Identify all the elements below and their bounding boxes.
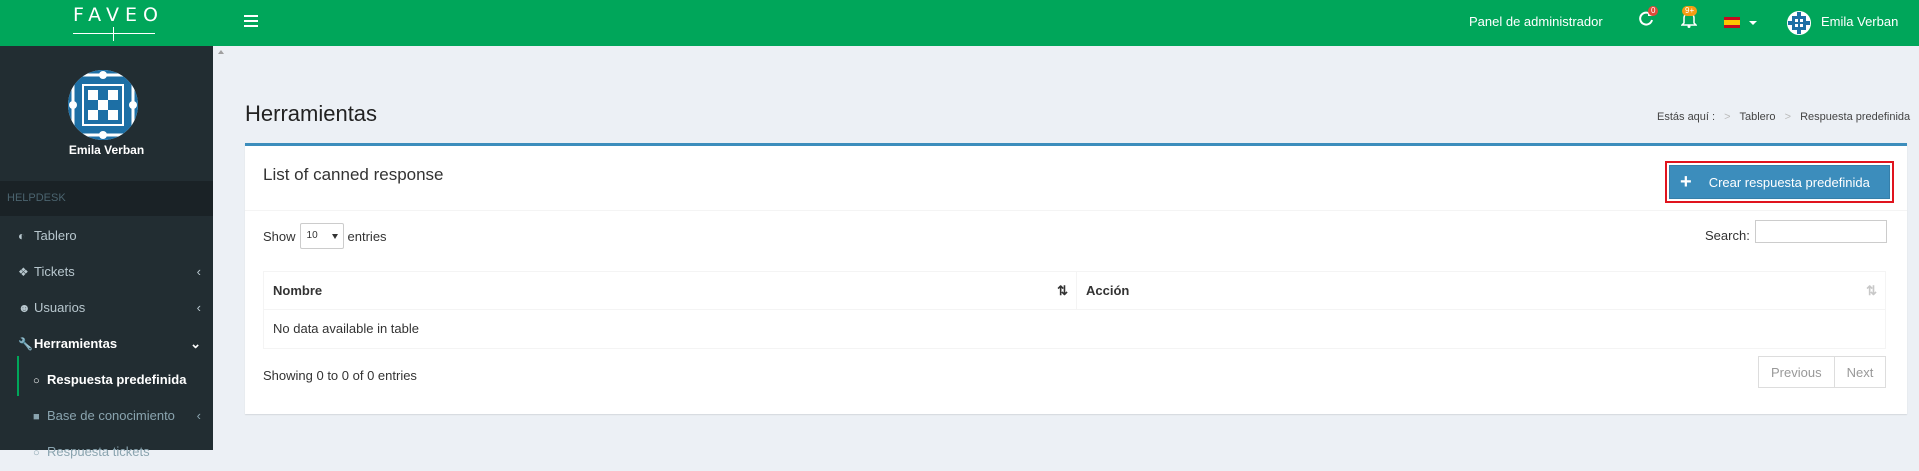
logo-underline	[73, 33, 155, 34]
next-page-button[interactable]: Next	[1834, 356, 1887, 388]
logo-tick	[113, 27, 114, 41]
breadcrumb-item-tablero[interactable]: Tablero	[1739, 111, 1775, 123]
create-button-label: Crear respuesta predefinida	[1708, 174, 1870, 190]
circle-icon: ○	[33, 447, 40, 459]
previous-page-button[interactable]: Previous	[1758, 356, 1835, 388]
sidebar-subitem-label: Respuesta predefinida	[47, 372, 187, 387]
box-title: List of canned response	[263, 165, 444, 184]
sidebar-item-tablero[interactable]: ◐ Tablero	[0, 218, 213, 254]
language-caret-icon[interactable]	[1749, 21, 1757, 25]
chevron-left-icon: ‹	[196, 264, 201, 279]
chevron-left-icon: ‹	[196, 300, 201, 315]
circle-icon: ○	[33, 375, 40, 387]
book-icon: ■	[33, 411, 40, 423]
sidebar-subitem-respuesta-tickets[interactable]: ○ Respuesta tickets	[0, 434, 213, 470]
breadcrumb-separator: >	[1784, 111, 1792, 123]
top-navbar: FAVEO Panel de administrador 0 9+ Emila …	[0, 0, 1919, 46]
entries-length-control: Show 10 entries	[263, 223, 387, 249]
column-header-label: Nombre	[273, 283, 323, 298]
sidebar-section-header: HELPDESK	[0, 181, 213, 216]
sidebar-subitem-base-conocimiento[interactable]: ■ Base de conocimiento ‹	[0, 398, 213, 434]
page-title: Herramientas	[245, 101, 378, 126]
plus-icon: +	[1680, 171, 1692, 193]
logo-text: FAVEO	[73, 4, 164, 26]
sidebar-item-tickets[interactable]: ❖ Tickets ‹	[0, 254, 213, 290]
sidebar-item-label: Herramientas	[34, 336, 118, 351]
sidebar-item-usuarios[interactable]: ☻ Usuarios ‹	[0, 290, 213, 326]
wrench-icon: 🔧	[18, 337, 33, 351]
column-header-label: Acción	[1086, 283, 1130, 298]
user-name[interactable]: Emila Verban	[1821, 14, 1898, 29]
sidebar-subitem-label: Base de conocimiento	[47, 408, 175, 423]
ticket-icon: ❖	[18, 265, 29, 279]
table-row: No data available in table	[264, 310, 1885, 348]
breadcrumb-separator: >	[1724, 111, 1731, 123]
breadcrumb-prefix: Estás aquí :	[1657, 111, 1716, 123]
entries-select-value: 10	[306, 230, 318, 241]
canned-response-table: Nombre ⇅ Acción ⇅ No data available in t…	[263, 271, 1886, 349]
table-header-row: Nombre ⇅ Acción ⇅	[264, 272, 1885, 310]
canned-response-box: List of canned response + Crear respuest…	[245, 143, 1907, 414]
faveo-logo[interactable]: FAVEO	[0, 0, 213, 46]
sidebar-item-label: Tickets	[34, 264, 75, 279]
search-input[interactable]	[1755, 220, 1887, 243]
chevron-left-icon: ‹	[196, 408, 201, 423]
spain-flag-icon[interactable]	[1724, 17, 1740, 28]
empty-table-message: No data available in table	[273, 321, 419, 336]
sidebar-avatar	[68, 70, 138, 140]
sidebar-subitem-respuesta-predefinida[interactable]: ○ Respuesta predefinida	[0, 362, 213, 398]
dashboard-icon: ◐	[18, 229, 26, 243]
sidebar-toggle-icon[interactable]	[244, 15, 258, 27]
chevron-down-icon: ⌄	[190, 336, 201, 351]
sidebar-user-name: Emila Verban	[68, 143, 145, 157]
table-info: Showing 0 to 0 of 0 entries	[263, 368, 417, 383]
notification-badge: 9+	[1682, 6, 1698, 16]
create-button-highlight: + Crear respuesta predefinida	[1665, 161, 1894, 203]
admin-panel-link[interactable]: Panel de administrador	[1469, 14, 1603, 29]
create-canned-response-button[interactable]: + Crear respuesta predefinida	[1669, 165, 1890, 199]
sidebar-item-label: Tablero	[34, 228, 77, 243]
search-label: Search:	[1705, 228, 1750, 243]
breadcrumb-item-current: Respuesta predefinida	[1800, 111, 1911, 123]
column-header-nombre[interactable]: Nombre ⇅	[264, 272, 1077, 309]
sort-icon: ⇅	[1866, 283, 1877, 298]
show-label: Show	[263, 228, 296, 244]
entries-select[interactable]: 10	[299, 223, 344, 249]
user-avatar[interactable]	[1787, 11, 1811, 35]
select-caret-icon	[331, 234, 338, 239]
scroll-up-arrow-icon[interactable]	[218, 50, 224, 54]
sidebar-item-herramientas[interactable]: 🔧Herramientas ⌄	[0, 326, 213, 362]
users-icon: ☻	[18, 301, 31, 315]
sidebar: Emila Verban HELPDESK ◐ Tablero ❖ Tickets …	[0, 46, 213, 459]
box-divider	[245, 210, 1907, 211]
pagination: Previous Next	[1758, 356, 1887, 388]
sort-ascending-icon: ⇅	[1057, 283, 1068, 298]
refresh-badge: 0	[1648, 6, 1659, 16]
breadcrumb: Estás aquí : > Tablero > Respuesta prede…	[1657, 111, 1910, 123]
sidebar-subitem-label: Respuesta tickets	[47, 444, 150, 459]
entries-label: entries	[347, 228, 387, 244]
sidebar-item-label: Usuarios	[34, 300, 86, 315]
column-header-accion[interactable]: Acción ⇅	[1077, 272, 1885, 309]
